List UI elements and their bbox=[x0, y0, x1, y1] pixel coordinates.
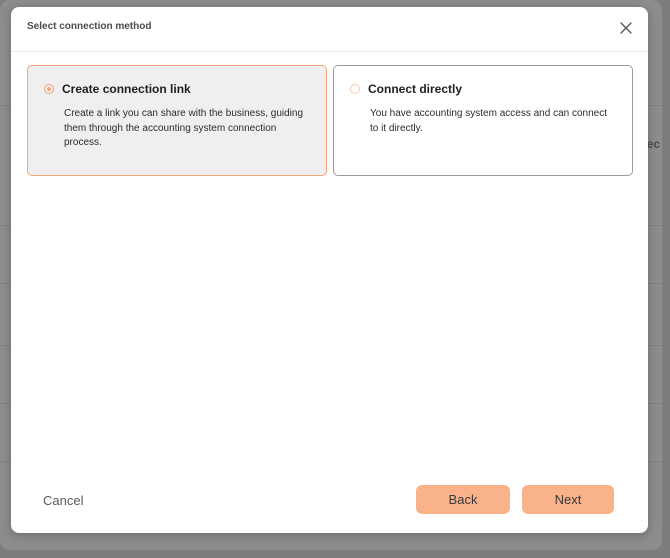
background-column-header: ec bbox=[646, 137, 660, 151]
select-connection-modal: Select connection method Create connecti… bbox=[11, 7, 648, 533]
close-button[interactable] bbox=[618, 20, 634, 36]
option-title: Create connection link bbox=[62, 82, 191, 96]
option-description: Create a link you can share with the bus… bbox=[64, 108, 304, 148]
option-description: You have accounting system access and ca… bbox=[370, 108, 608, 134]
back-button[interactable]: Back bbox=[416, 485, 510, 514]
close-icon bbox=[620, 22, 632, 34]
option-connect-directly[interactable]: Connect directly You have accounting sys… bbox=[333, 65, 633, 176]
radio-unselected-icon[interactable] bbox=[350, 84, 360, 94]
option-create-connection-link[interactable]: Create connection link Create a link you… bbox=[27, 65, 327, 176]
radio-selected-icon[interactable] bbox=[44, 84, 54, 94]
cancel-button[interactable]: Cancel bbox=[43, 493, 83, 508]
modal-title: Select connection method bbox=[27, 21, 152, 32]
modal-header: Select connection method bbox=[11, 7, 648, 52]
connection-options: Create connection link Create a link you… bbox=[27, 65, 633, 176]
modal-footer: Cancel Back Next bbox=[11, 473, 648, 533]
option-title: Connect directly bbox=[368, 82, 463, 96]
next-button[interactable]: Next bbox=[522, 485, 614, 514]
